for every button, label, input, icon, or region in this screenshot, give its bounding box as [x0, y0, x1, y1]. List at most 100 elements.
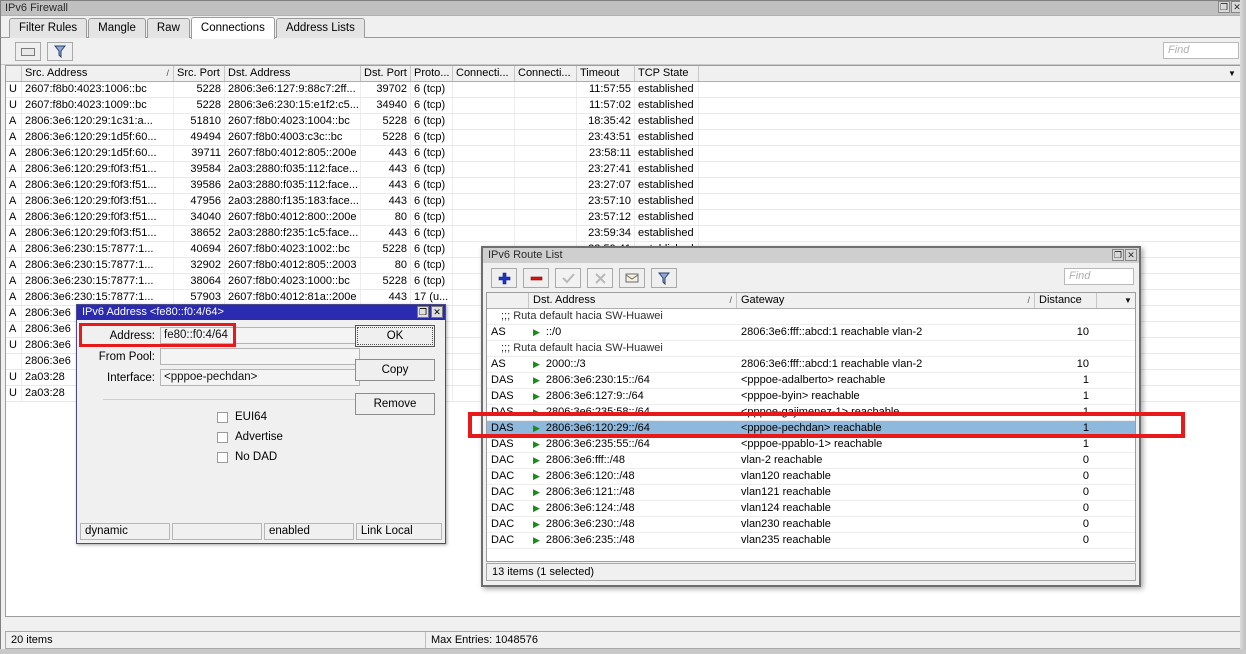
route-row[interactable]: DAS▶2806:3e6:230:15::/64<pppoe-adalberto… — [487, 373, 1135, 389]
route-cell-distance: 1 — [1035, 373, 1097, 388]
column-header-conn_type[interactable]: Connecti... — [515, 66, 577, 81]
close-icon[interactable]: ✕ — [431, 306, 443, 318]
route-comment-row[interactable]: ;;; Ruta default hacia SW-Huawei — [487, 309, 1135, 325]
route-active-arrow-icon: ▶ — [533, 359, 540, 369]
column-header-dst_port[interactable]: Dst. Port — [361, 66, 411, 81]
comment-button[interactable] — [619, 268, 645, 288]
route-body[interactable]: ;;; Ruta default hacia SW-HuaweiAS▶::/02… — [487, 309, 1135, 549]
cell-timeout: 23:59:34 — [577, 226, 635, 241]
column-header-protocol[interactable]: Proto... — [411, 66, 453, 81]
connection-row[interactable]: A2806:3e6:120:29:1d5f:60...397112607:f8b… — [6, 146, 1240, 162]
route-row[interactable]: DAS▶2806:3e6:235:58::/64<pppoe-gajimenez… — [487, 405, 1135, 421]
cell-flags: A — [6, 178, 22, 193]
cell-flags: A — [6, 258, 22, 273]
remove-button[interactable]: Remove — [355, 393, 435, 415]
copy-button[interactable]: Copy — [355, 359, 435, 381]
route-row[interactable]: DAC▶2806:3e6:fff::/48vlan-2 reachable0 — [487, 453, 1135, 469]
cell-src_port: 47956 — [174, 194, 225, 209]
route-cell-flags: DAC — [487, 469, 529, 484]
route-row[interactable]: AS▶2000::/32806:3e6:fff::abcd:1 reachabl… — [487, 357, 1135, 373]
route-cell-spacer — [1097, 485, 1135, 500]
route-row[interactable]: DAS▶2806:3e6:127:9::/64<pppoe-byin> reac… — [487, 389, 1135, 405]
column-header-src_address[interactable]: Src. Address/ — [22, 66, 174, 81]
column-header-flags[interactable] — [6, 66, 22, 81]
cell-dst_address: 2a03:2880:f035:112:face... — [225, 178, 361, 193]
column-header-src_port[interactable]: Src. Port — [174, 66, 225, 81]
cell-flags: U — [6, 98, 22, 113]
cell-src_port: 34040 — [174, 210, 225, 225]
close-icon[interactable]: ✕ — [1125, 249, 1137, 261]
connection-row[interactable]: A2806:3e6:120:29:f0f3:f51...479562a03:28… — [6, 194, 1240, 210]
filter-button[interactable] — [47, 42, 73, 61]
address-input[interactable]: fe80::f0:4/64 — [160, 327, 360, 344]
cell-timeout: 23:43:51 — [577, 130, 635, 145]
column-header-tcp_state[interactable]: TCP State — [635, 66, 699, 81]
route-row[interactable]: DAC▶2806:3e6:235::/48vlan235 reachable0 — [487, 533, 1135, 549]
restore-icon[interactable]: ❐ — [1112, 249, 1124, 261]
route-row[interactable]: DAC▶2806:3e6:121::/48vlan121 reachable0 — [487, 485, 1135, 501]
column-header-dst_address[interactable]: Dst. Address — [225, 66, 361, 81]
restore-icon[interactable]: ❐ — [417, 306, 429, 318]
ipv6-address-dialog: IPv6 Address <fe80::f0:4/64> ❐ ✕ Address… — [76, 304, 446, 544]
cell-flags: A — [6, 242, 22, 257]
remove-route-button[interactable] — [523, 268, 549, 288]
connection-row[interactable]: A2806:3e6:120:29:1d5f:60...494942607:f8b… — [6, 130, 1240, 146]
tab-raw[interactable]: Raw — [147, 18, 190, 38]
cell-spacer — [699, 162, 1239, 177]
route-cell-gateway: 2806:3e6:fff::abcd:1 reachable vlan-2 — [737, 325, 1035, 340]
connection-row[interactable]: A2806:3e6:120:29:f0f3:f51...395862a03:28… — [6, 178, 1240, 194]
chevron-down-icon[interactable]: ▼ — [1121, 293, 1135, 307]
tab-mangle[interactable]: Mangle — [88, 18, 146, 38]
connection-row[interactable]: A2806:3e6:120:29:1c31:a...518102607:f8b0… — [6, 114, 1240, 130]
tab-filter-rules[interactable]: Filter Rules — [9, 18, 87, 38]
column-header-conn_mark[interactable]: Connecti... — [453, 66, 515, 81]
disable-route-button[interactable] — [587, 268, 613, 288]
route-row[interactable]: AS▶::/02806:3e6:fff::abcd:1 reachable vl… — [487, 325, 1135, 341]
route-cell-flags: DAC — [487, 485, 529, 500]
route-list-table[interactable]: Dst. Address/Gateway/Distance ▼ ;;; Ruta … — [486, 292, 1136, 562]
connection-row[interactable]: A2806:3e6:120:29:f0f3:f51...340402607:f8… — [6, 210, 1240, 226]
route-column-header-flags[interactable] — [487, 293, 529, 308]
checkbox-row-advertise[interactable]: Advertise — [77, 431, 367, 443]
route-column-header-distance[interactable]: Distance — [1035, 293, 1097, 308]
tab-connections[interactable]: Connections — [191, 17, 275, 39]
route-row[interactable]: DAS▶2806:3e6:120:29::/64<pppoe-pechdan> … — [487, 421, 1135, 437]
connection-row[interactable]: U2607:f8b0:4023:1006::bc52282806:3e6:127… — [6, 82, 1240, 98]
column-header-timeout[interactable]: Timeout — [577, 66, 635, 81]
tab-address-lists[interactable]: Address Lists — [276, 18, 365, 38]
checkbox-no-dad[interactable] — [217, 452, 228, 463]
route-comment-row[interactable]: ;;; Ruta default hacia SW-Huawei — [487, 341, 1135, 357]
connection-row[interactable]: U2607:f8b0:4023:1009::bc52282806:3e6:230… — [6, 98, 1240, 114]
route-dst-address-text: 2806:3e6:120:29::/64 — [546, 422, 650, 434]
route-row[interactable]: DAC▶2806:3e6:120::/48vlan120 reachable0 — [487, 469, 1135, 485]
checkbox-row-no-dad[interactable]: No DAD — [77, 451, 367, 463]
remove-button[interactable] — [15, 42, 41, 61]
interface-input[interactable]: <pppoe-pechdan> — [160, 369, 360, 386]
checkbox-row-eui64[interactable]: EUI64 — [77, 411, 367, 423]
add-route-button[interactable] — [491, 268, 517, 288]
checkbox-advertise[interactable] — [217, 432, 228, 443]
route-row[interactable]: DAS▶2806:3e6:235:55::/64<pppoe-ppablo-1>… — [487, 437, 1135, 453]
cell-flags: A — [6, 290, 22, 305]
enable-route-button[interactable] — [555, 268, 581, 288]
cell-protocol: 6 (tcp) — [411, 114, 453, 129]
ok-button[interactable]: OK — [355, 325, 435, 347]
route-row[interactable]: DAC▶2806:3e6:230::/48vlan230 reachable0 — [487, 517, 1135, 533]
restore-icon[interactable]: ❐ — [1218, 1, 1230, 13]
connection-row[interactable]: A2806:3e6:120:29:f0f3:f51...395842a03:28… — [6, 162, 1240, 178]
checkbox-eui64[interactable] — [217, 412, 228, 423]
route-filter-button[interactable] — [651, 268, 677, 288]
chevron-down-icon[interactable]: ▼ — [1225, 66, 1239, 80]
route-dst-address-text: 2806:3e6:124::/48 — [546, 502, 635, 514]
find-input[interactable]: Find — [1163, 42, 1239, 59]
route-list-title: IPv6 Route List — [488, 249, 563, 261]
column-header-spacer[interactable]: ▼ — [699, 66, 1239, 81]
route-column-header-dst_address[interactable]: Dst. Address/ — [529, 293, 737, 308]
route-row[interactable]: DAC▶2806:3e6:124::/48vlan124 reachable0 — [487, 501, 1135, 517]
route-column-header-spacer[interactable]: ▼ — [1097, 293, 1135, 308]
route-find-input[interactable]: Find — [1064, 268, 1134, 285]
connection-row[interactable]: A2806:3e6:120:29:f0f3:f51...386522a03:28… — [6, 226, 1240, 242]
route-column-header-gateway[interactable]: Gateway/ — [737, 293, 1035, 308]
firewall-status-bar: 20 items Max Entries: 1048576 — [5, 631, 1241, 649]
from-pool-input[interactable] — [160, 348, 360, 365]
